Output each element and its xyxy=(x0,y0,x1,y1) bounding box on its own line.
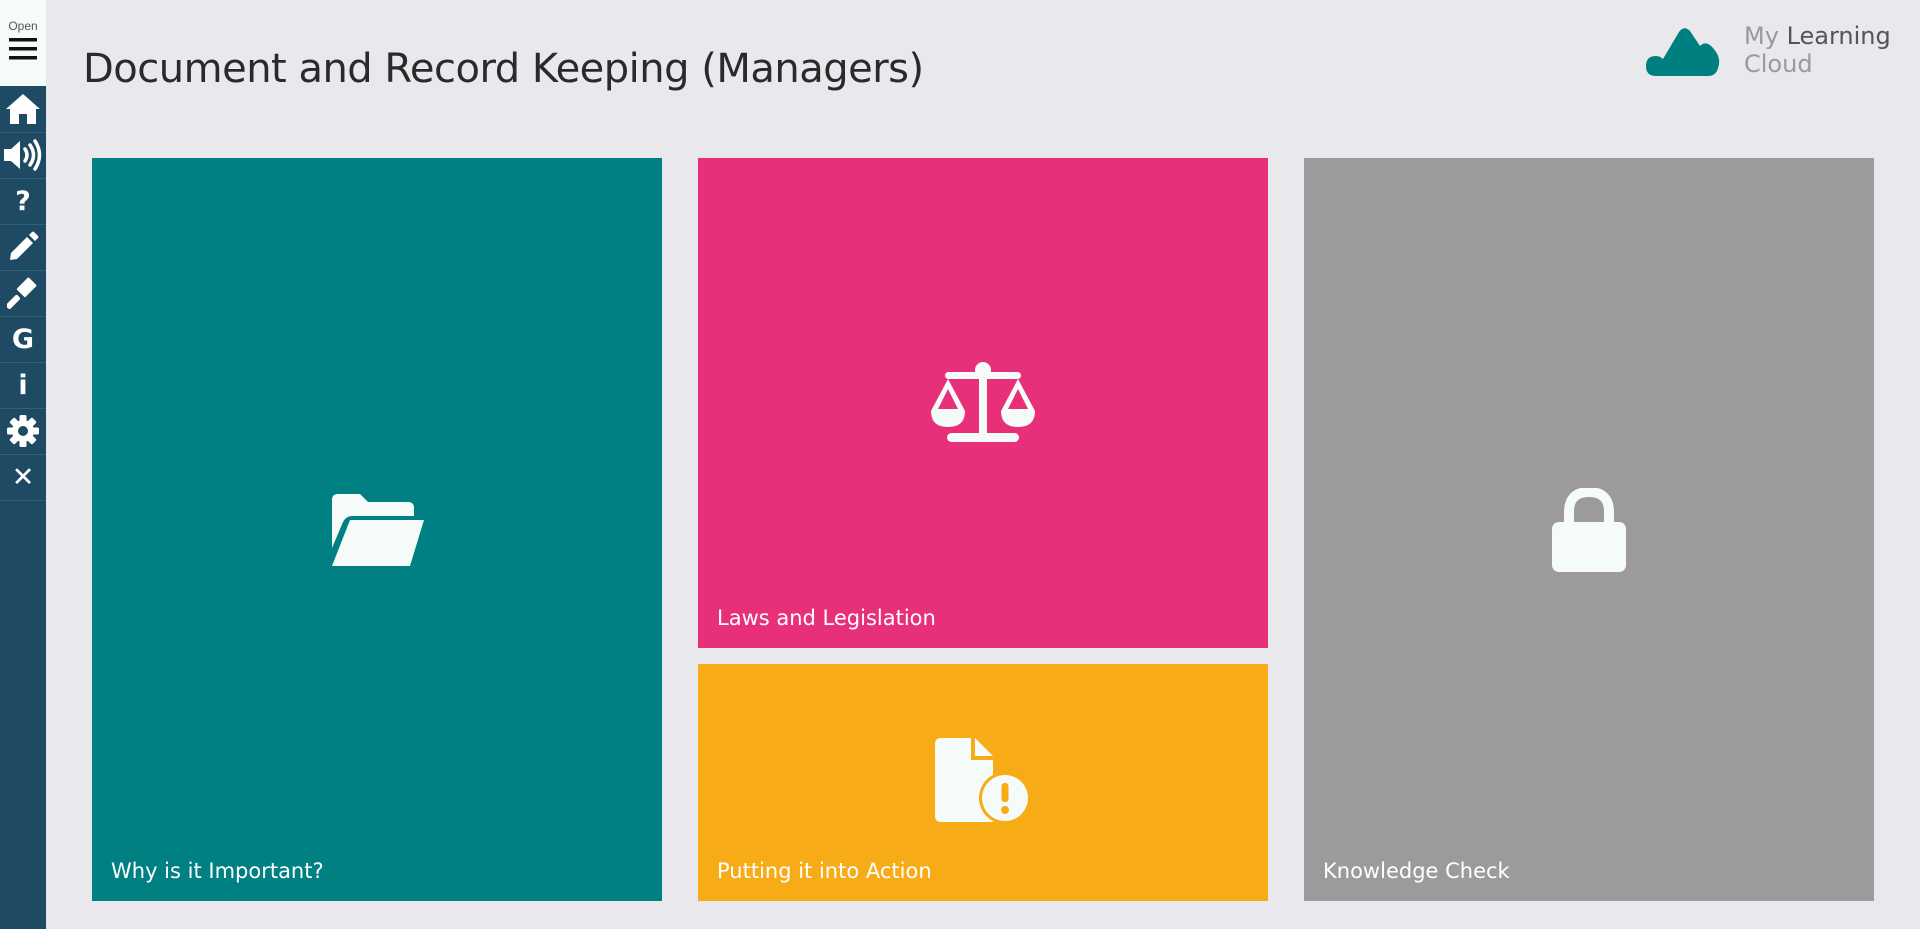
file-alert-icon xyxy=(935,738,1031,824)
sidebar-item-tools[interactable] xyxy=(0,270,46,317)
tile-label: Why is it Important? xyxy=(111,859,324,883)
sidebar: Open ? G i ✕ xyxy=(0,0,46,929)
tile-laws-legislation[interactable]: Laws and Legislation xyxy=(698,158,1268,648)
tile-putting-into-action[interactable]: Putting it into Action xyxy=(698,664,1268,901)
sidebar-item-settings[interactable] xyxy=(0,408,46,455)
sidebar-item-notes[interactable] xyxy=(0,224,46,271)
folder-open-icon xyxy=(332,494,424,566)
info-icon: i xyxy=(18,369,28,401)
tile-why-important[interactable]: Why is it Important? xyxy=(92,158,662,901)
sidebar-item-glossary[interactable]: G xyxy=(0,316,46,363)
menu-open-button[interactable]: Open xyxy=(0,0,46,86)
tile-label: Laws and Legislation xyxy=(717,606,936,630)
logo-text: My Learning Cloud xyxy=(1744,22,1891,78)
audio-icon xyxy=(4,139,42,171)
gavel-icon xyxy=(7,277,37,309)
sidebar-item-help[interactable]: ? xyxy=(0,178,46,225)
glossary-icon: G xyxy=(11,323,35,355)
lock-icon xyxy=(1552,488,1626,572)
tile-label: Putting it into Action xyxy=(717,859,932,883)
brand-logo: My Learning Cloud xyxy=(1646,22,1891,82)
sidebar-item-audio[interactable] xyxy=(0,132,46,179)
help-icon: ? xyxy=(15,185,31,217)
logo-word-learning: Learning xyxy=(1786,22,1891,50)
gear-icon xyxy=(7,415,39,447)
hamburger-icon xyxy=(9,38,37,60)
menu-open-label: Open xyxy=(8,19,38,33)
sidebar-item-home[interactable] xyxy=(0,86,46,133)
logo-word-my: My xyxy=(1744,22,1779,50)
page-title: Document and Record Keeping (Managers) xyxy=(83,46,924,92)
cloud-logo-icon xyxy=(1646,28,1720,76)
sidebar-item-exit[interactable]: ✕ xyxy=(0,454,46,501)
logo-word-cloud: Cloud xyxy=(1744,50,1813,78)
scales-icon xyxy=(931,362,1035,442)
sidebar-item-info[interactable]: i xyxy=(0,362,46,409)
home-icon xyxy=(6,94,40,124)
tile-label: Knowledge Check xyxy=(1323,859,1510,883)
pencil-icon xyxy=(10,231,39,260)
close-icon: ✕ xyxy=(11,461,35,493)
tile-knowledge-check[interactable]: Knowledge Check xyxy=(1304,158,1874,901)
